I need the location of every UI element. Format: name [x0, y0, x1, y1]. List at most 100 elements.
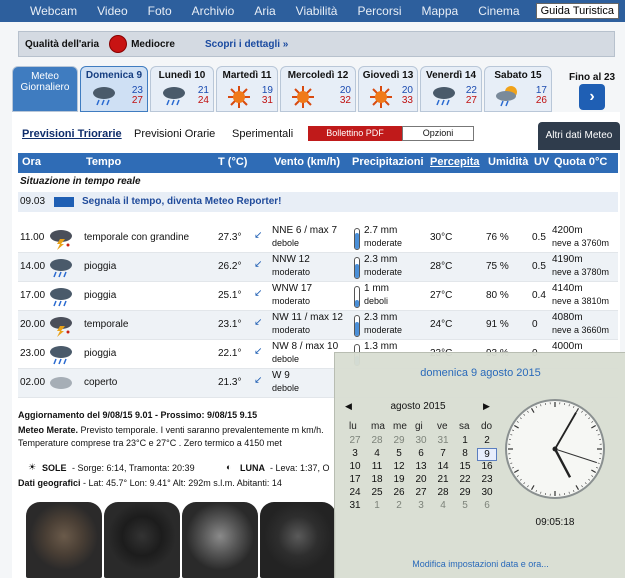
calendar-day[interactable]: 1	[367, 500, 387, 511]
opzioni-button[interactable]: Opzioni	[402, 126, 474, 141]
calendar-day[interactable]: 27	[345, 435, 365, 446]
col-percepita[interactable]: Percepita	[430, 156, 480, 168]
calendar-day[interactable]: 20	[411, 474, 431, 485]
row-temperature: 25.1°	[218, 290, 242, 301]
day-tab-6[interactable]: Venerdì 14 22 27	[420, 66, 482, 112]
calendar-day[interactable]: 2	[389, 500, 409, 511]
calendar-day[interactable]: 10	[345, 461, 365, 472]
calendar-day[interactable]: 22	[455, 474, 475, 485]
row-precipitation-desc: moderate	[364, 238, 403, 248]
day-name: Giovedì 13	[362, 70, 414, 81]
table-row: 11.00 temporale con grandine 27.3° ↙ NNE 6 /…	[18, 224, 618, 253]
calendar-day[interactable]: 5	[389, 448, 409, 459]
nav-item-mappa[interactable]: Mappa	[422, 4, 459, 18]
calendar-day[interactable]: 29	[455, 487, 475, 498]
table-row: 17.00 pioggia 25.1° ↙ WNW 17 moderato 1 mm debo…	[18, 282, 618, 311]
calendar-day[interactable]: 29	[389, 435, 409, 446]
tab-meteo-giornaliero[interactable]: Meteo Giornaliero	[12, 66, 78, 112]
calendar-day[interactable]: 26	[389, 487, 409, 498]
calendar-day[interactable]: 15	[455, 461, 475, 472]
nav-item-viabilit[interactable]: Viabilità	[296, 4, 338, 18]
storm-weather-icon	[48, 228, 74, 253]
calendar-day[interactable]: 8	[455, 448, 475, 459]
day-tab-2[interactable]: Lunedì 10 21 24	[150, 66, 214, 112]
calendar-day[interactable]: 5	[455, 500, 475, 511]
next-days-arrow-icon[interactable]: ›	[579, 84, 605, 110]
calendar-day[interactable]: 6	[411, 448, 431, 459]
tshirt-image-1[interactable]	[26, 502, 102, 578]
sun-weather-icon	[227, 85, 251, 112]
rain-weather-icon	[48, 286, 74, 311]
advertising-tshirts[interactable]	[18, 502, 336, 578]
moon-icon: ◐	[226, 462, 232, 472]
modify-date-time-link[interactable]: Modifica impostazioni data e ora...	[335, 559, 625, 569]
nav-item-archivio[interactable]: Archivio	[192, 4, 235, 18]
day-tab-7[interactable]: Sabato 15 17 26	[484, 66, 552, 112]
tab-previsioni-orarie[interactable]: Previsioni Orarie	[134, 128, 215, 140]
calendar-day[interactable]: 7	[433, 448, 453, 459]
calendar-day[interactable]: 13	[411, 461, 431, 472]
air-quality-bar: Qualità dell'aria Mediocre Scopri i dett…	[18, 31, 615, 57]
nav-item-percorsi[interactable]: Percorsi	[357, 4, 401, 18]
row-snow-level: neve a 3780m	[552, 267, 610, 277]
nav-item-video[interactable]: Video	[97, 4, 127, 18]
tshirt-image-4[interactable]	[260, 502, 336, 578]
tab-previsioni-triorarie[interactable]: Previsioni Triorarie	[22, 128, 122, 140]
nav-item-foto[interactable]: Foto	[148, 4, 172, 18]
calendar-day[interactable]: 2	[477, 435, 497, 446]
calendar-day[interactable]: 3	[411, 500, 431, 511]
calendar-day[interactable]: 19	[389, 474, 409, 485]
real-time-situation: Situazione in tempo reale	[18, 174, 618, 192]
calendar-day[interactable]: 17	[345, 474, 365, 485]
calendar-day[interactable]: 18	[367, 474, 387, 485]
day-temp-high: 24	[197, 95, 209, 106]
calendar-day[interactable]: 23	[477, 474, 497, 485]
bollettino-pdf-button[interactable]: Bollettino PDF	[308, 126, 402, 141]
guida-turistica-link[interactable]: Guida Turistica	[535, 3, 619, 19]
calendar-day[interactable]: 12	[389, 461, 409, 472]
calendar-day[interactable]: 16	[477, 461, 497, 472]
calendar-day[interactable]: 3	[345, 448, 365, 459]
cloud-weather-icon	[48, 373, 74, 394]
row-wind-strength: moderato	[272, 267, 311, 277]
calendar-day[interactable]: 31	[345, 500, 365, 511]
calendar-day[interactable]: 31	[433, 435, 453, 446]
calendar-day[interactable]: 27	[411, 487, 431, 498]
calendar-day[interactable]: 4	[433, 500, 453, 511]
calendar-day[interactable]: 30	[477, 487, 497, 498]
nav-item-cinema[interactable]: Cinema	[478, 4, 519, 18]
tshirt-image-2[interactable]	[104, 502, 180, 578]
row-snow-level: neve a 3660m	[552, 325, 610, 335]
calendar-day[interactable]: 28	[367, 435, 387, 446]
next-month-icon[interactable]: ▶	[483, 401, 490, 412]
day-tab-3[interactable]: Martedì 11 19 31	[216, 66, 278, 112]
calendar-day[interactable]: 14	[433, 461, 453, 472]
day-tab-4[interactable]: Mercoledì 12 20 32	[280, 66, 356, 112]
calendar-day[interactable]: 11	[367, 461, 387, 472]
altri-dati-meteo-button[interactable]: Altri dati Meteo	[538, 122, 620, 150]
weekday-me: me	[393, 421, 407, 432]
nav-item-aria[interactable]: Aria	[254, 4, 275, 18]
tshirt-image-3[interactable]	[182, 502, 258, 578]
calendar-day[interactable]: 6	[477, 500, 497, 511]
calendar-day[interactable]: 21	[433, 474, 453, 485]
calendar-day[interactable]: 30	[411, 435, 431, 446]
reporter-link[interactable]: Segnala il tempo, diventa Meteo Reporter…	[82, 196, 281, 207]
day-tab-1[interactable]: Domenica 9 23 27	[80, 66, 148, 112]
calendar-day[interactable]: 9	[477, 448, 497, 461]
day-tab-5[interactable]: Giovedì 13 20 33	[358, 66, 418, 112]
air-quality-details-link[interactable]: Scopri i dettagli »	[205, 39, 288, 50]
row-temperature: 22.1°	[218, 348, 242, 359]
day-name: Meteo Giornaliero	[20, 71, 70, 93]
nav-item-webcam[interactable]: Webcam	[30, 4, 77, 18]
calendar-day[interactable]: 28	[433, 487, 453, 498]
calendar-day[interactable]: 24	[345, 487, 365, 498]
calendar-day[interactable]: 4	[367, 448, 387, 459]
calendar-day[interactable]: 25	[367, 487, 387, 498]
widget-full-date[interactable]: domenica 9 agosto 2015	[335, 367, 625, 379]
calendar-day[interactable]: 1	[455, 435, 475, 446]
meteo-reporter-row[interactable]: 09.03 Segnala il tempo, diventa Meteo Re…	[18, 192, 618, 212]
tab-sperimentali[interactable]: Sperimentali	[232, 128, 293, 140]
day-name: Venerdì 14	[425, 70, 477, 81]
row-time: 11.00	[20, 232, 45, 243]
